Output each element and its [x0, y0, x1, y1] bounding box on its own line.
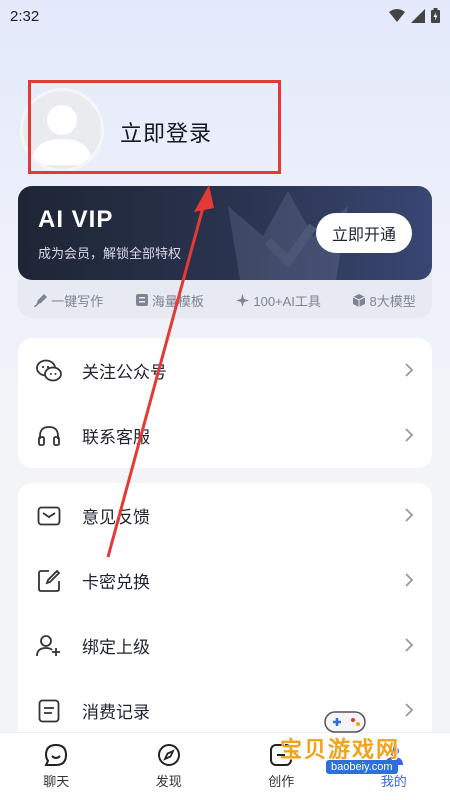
template-icon	[135, 294, 148, 306]
menu-item-redeem-code[interactable]: 卡密兑换	[18, 548, 432, 613]
menu-item-label: 卡密兑换	[82, 573, 150, 592]
tab-discover[interactable]: 发现	[113, 733, 226, 800]
menu-item-label: 联系客服	[82, 428, 150, 447]
vip-feature-tools: 100+AI工具	[236, 291, 321, 310]
chevron-right-icon	[405, 508, 414, 522]
mail-icon	[36, 503, 62, 529]
menu-item-bind-superior[interactable]: 绑定上级	[18, 613, 432, 678]
menu-item-label: 意见反馈	[82, 508, 150, 527]
menu-item-follow-official[interactable]: 关注公众号	[18, 338, 432, 403]
menu-item-customer-service[interactable]: 联系客服	[18, 403, 432, 468]
vip-feature-models: 8大模型	[353, 291, 416, 310]
chat-icon	[44, 743, 68, 766]
vip-features: 一键写作 海量模板 100+AI工具 8大模型	[18, 286, 432, 314]
edit-icon	[36, 568, 62, 594]
vip-feature-label: 一键写作	[51, 293, 104, 309]
vip-subtitle: 成为会员，解锁全部特权	[38, 246, 182, 261]
vip-feature-label: 8大模型	[369, 293, 416, 309]
chevron-right-icon	[405, 638, 414, 652]
chevron-right-icon	[405, 428, 414, 442]
status-icons	[389, 8, 440, 23]
menu-item-label: 消费记录	[82, 703, 150, 722]
tab-label: 发现	[155, 774, 182, 789]
vip-feature-label: 海量模板	[151, 293, 204, 309]
wifi-icon	[389, 8, 405, 22]
headset-icon	[36, 423, 62, 449]
pen-icon	[34, 293, 48, 307]
cube-icon	[353, 293, 366, 307]
compass-icon	[157, 744, 180, 766]
tab-chat[interactable]: 聊天	[0, 733, 113, 800]
watermark-url: baobeiy.com	[326, 760, 398, 774]
add-user-icon	[36, 633, 62, 659]
chevron-right-icon	[405, 573, 414, 587]
vip-feature-templates: 海量模板	[135, 291, 204, 310]
vip-card: AI VIP 成为会员，解锁全部特权 立即开通 一键写作 海量模板 100+AI…	[18, 186, 432, 318]
battery-icon	[431, 8, 440, 23]
annotation-highlight-box	[28, 80, 281, 174]
tab-label: 聊天	[43, 774, 70, 789]
vip-feature-writing: 一键写作	[34, 291, 103, 310]
signal-icon	[411, 8, 425, 23]
status-bar: 2:32	[0, 0, 450, 34]
activate-vip-button[interactable]: 立即开通	[316, 213, 412, 253]
menu-group-1: 关注公众号 联系客服	[18, 338, 432, 468]
chevron-right-icon	[405, 363, 414, 377]
watermark: 宝贝游戏网 baobeiy.com	[276, 706, 446, 786]
menu-item-label: 关注公众号	[82, 363, 167, 382]
receipt-icon	[36, 698, 62, 724]
menu-item-feedback[interactable]: 意见反馈	[18, 483, 432, 548]
vip-title: AI VIP	[38, 206, 114, 233]
sparkle-icon	[236, 293, 250, 307]
status-time: 2:32	[10, 8, 40, 25]
vip-feature-label: 100+AI工具	[253, 293, 321, 309]
menu-item-label: 绑定上级	[82, 638, 150, 657]
vip-banner[interactable]: AI VIP 成为会员，解锁全部特权 立即开通	[18, 186, 432, 280]
wechat-icon	[36, 358, 62, 384]
